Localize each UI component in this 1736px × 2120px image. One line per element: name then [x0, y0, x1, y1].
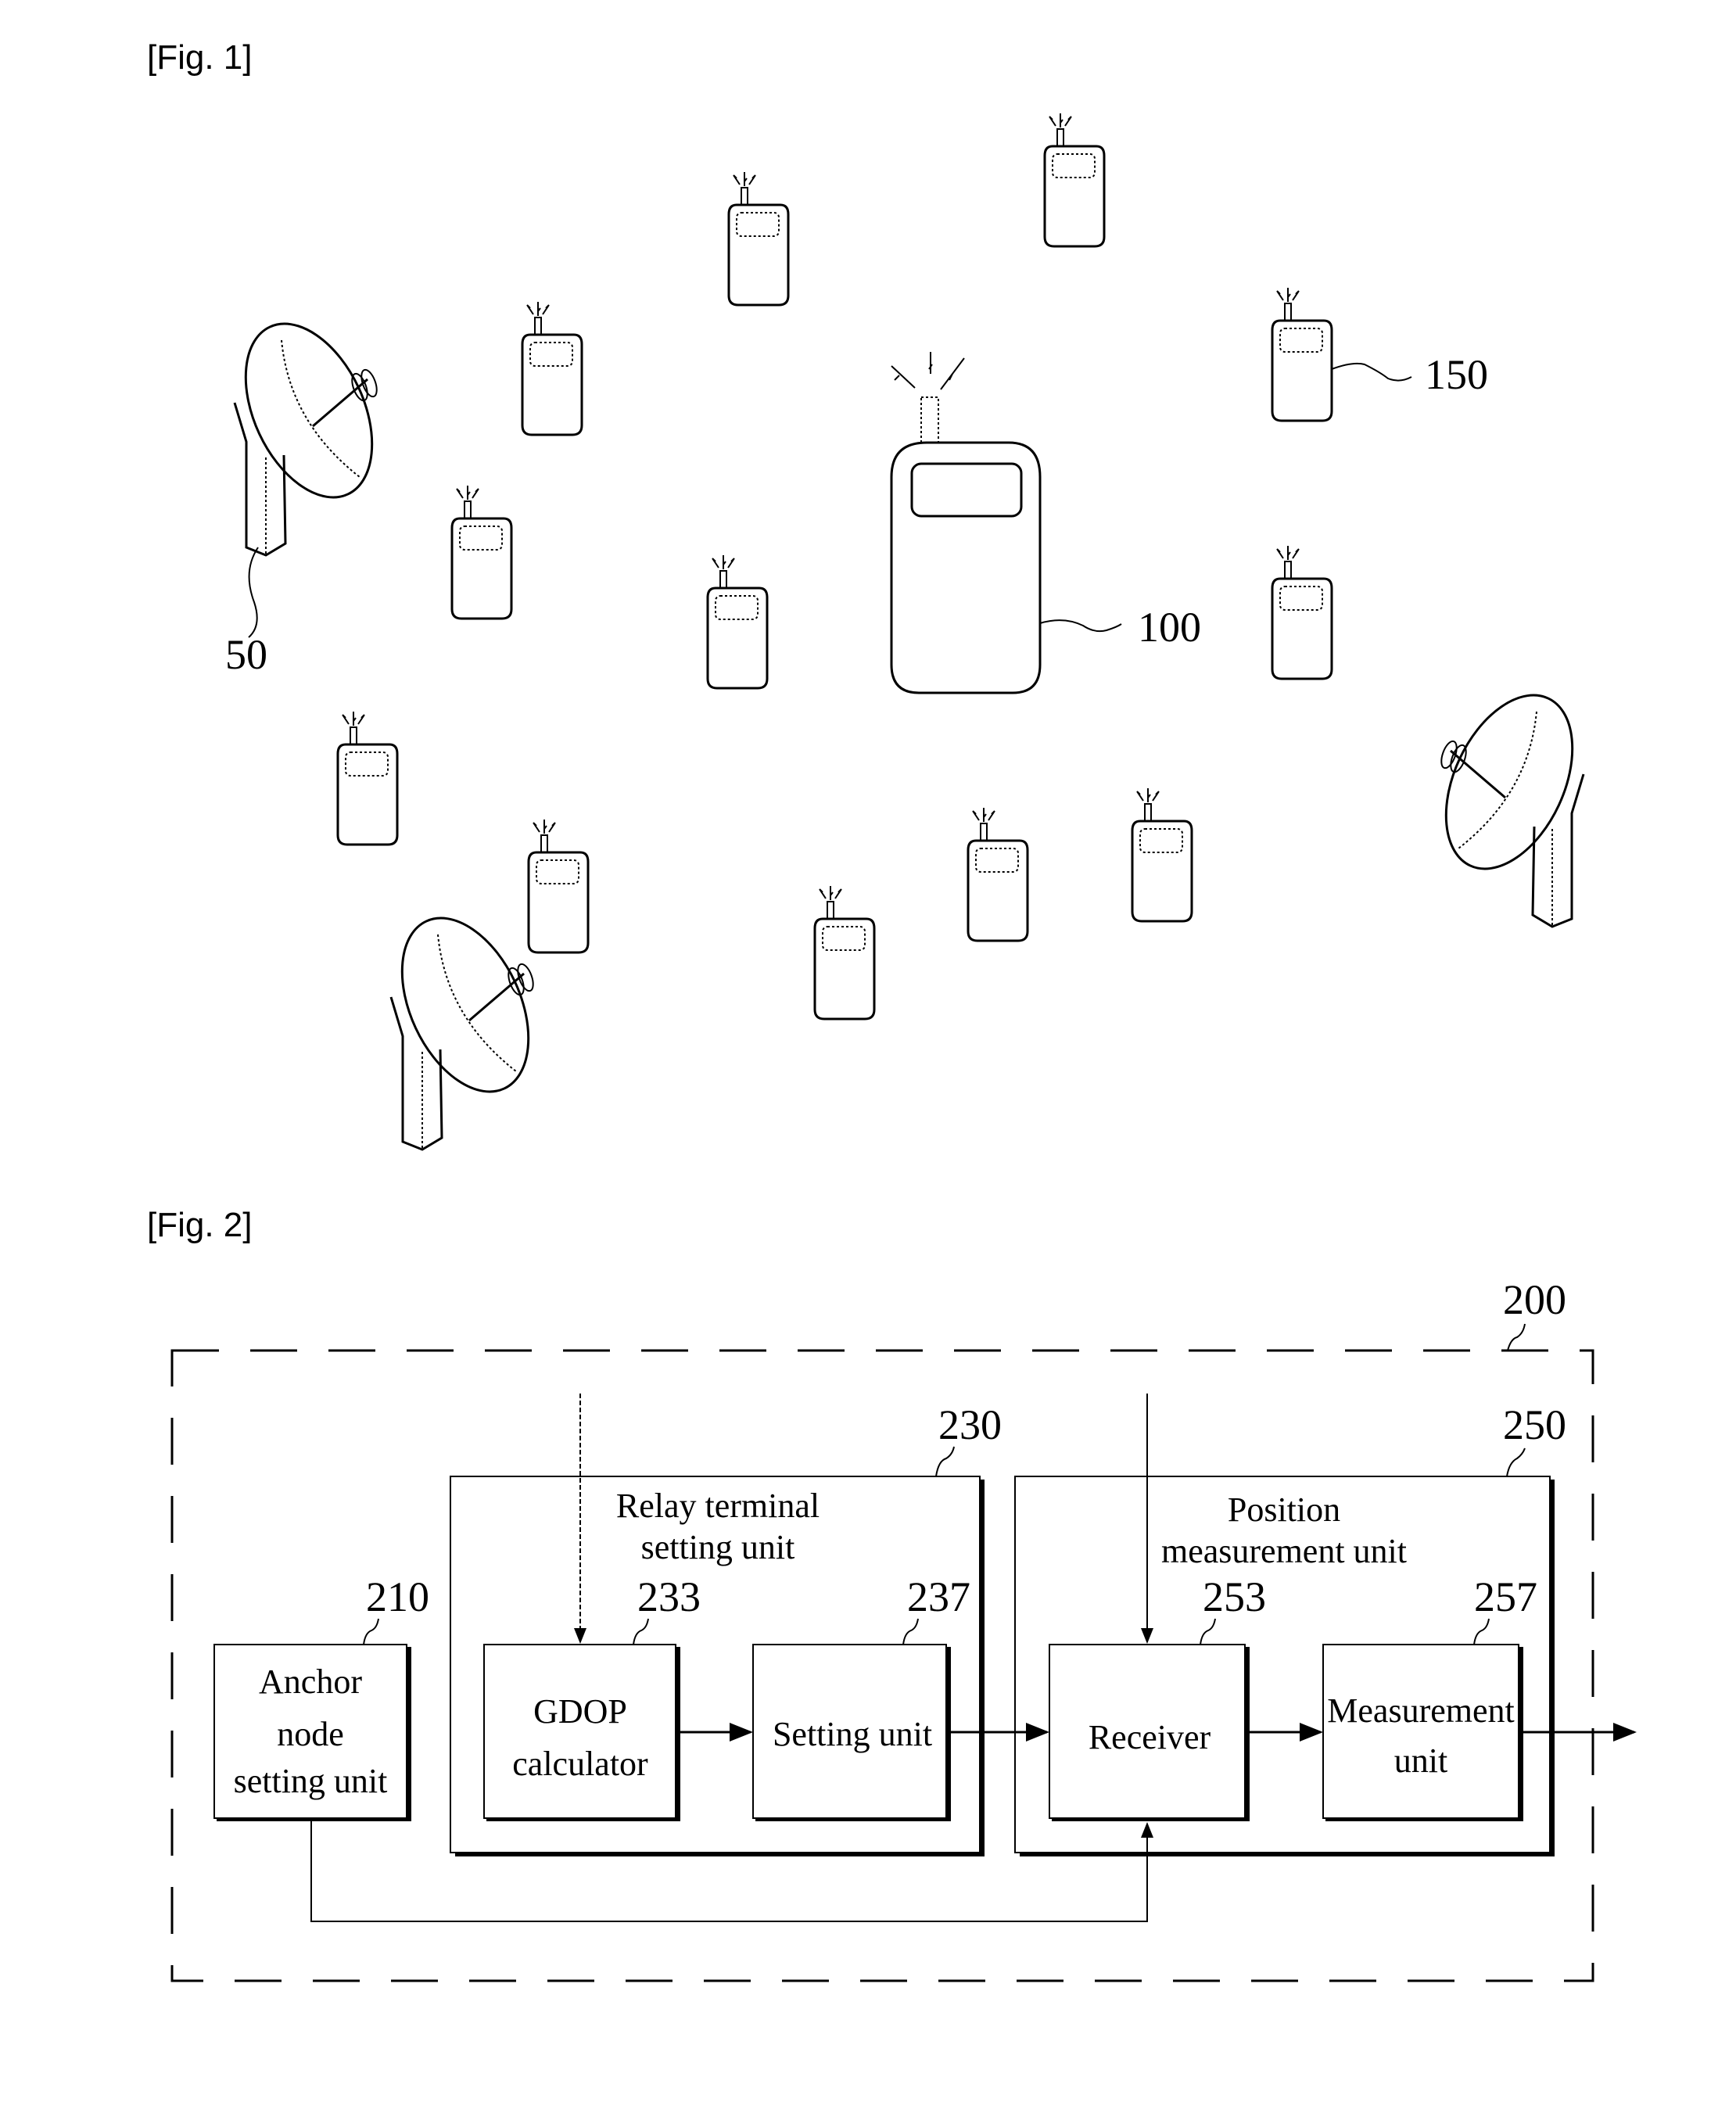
measurement-block-line2: unit	[1394, 1742, 1447, 1780]
relay-terminal-icon	[527, 818, 590, 954]
position-group-title-line2: measurement unit	[1161, 1532, 1407, 1570]
figure-2-label: [Fig. 2]	[147, 1206, 253, 1244]
relay-terminal-icon	[336, 710, 399, 846]
relay-terminal-150-icon	[1271, 286, 1333, 422]
measurement-block-line1: Measurement	[1327, 1691, 1514, 1730]
ref-label-237: 237	[907, 1573, 970, 1620]
gdop-block-line1: GDOP	[533, 1692, 627, 1731]
leader-line-100	[1039, 619, 1122, 633]
leader-line-230	[935, 1446, 955, 1477]
ref-label-257: 257	[1474, 1573, 1537, 1620]
anchor-block-line1: Anchor	[259, 1663, 362, 1701]
gdop-calculator-block	[483, 1644, 680, 1821]
leader-line-50	[248, 547, 259, 638]
relay-terminal-icon	[521, 300, 583, 436]
feedback-arrow-anchor-to-receiver	[310, 1821, 1153, 1922]
relay-group-title-line2: setting unit	[641, 1528, 795, 1566]
relay-terminal-icon	[813, 884, 876, 1021]
setting-unit-block	[752, 1644, 951, 1821]
ref-label-233: 233	[637, 1573, 701, 1620]
setting-unit-block-text: Setting unit	[773, 1715, 932, 1753]
ref-label-150: 150	[1425, 351, 1488, 398]
ref-label-200: 200	[1503, 1276, 1566, 1323]
base-station-dish-icon	[219, 302, 399, 557]
relay-terminal-icon	[967, 806, 1029, 942]
figure-1-illustration: 50 150 100	[219, 112, 1599, 1151]
ref-label-250: 250	[1503, 1401, 1566, 1448]
ref-label-253: 253	[1203, 1573, 1266, 1620]
relay-terminal-icon	[1131, 787, 1193, 923]
leader-line-233	[633, 1618, 649, 1645]
target-terminal-100-icon	[890, 352, 1042, 694]
leader-line-200	[1507, 1323, 1526, 1351]
relay-terminal-setting-unit-group	[450, 1476, 985, 1856]
leader-line-250	[1506, 1447, 1526, 1477]
anchor-block-line3: setting unit	[234, 1762, 388, 1800]
relay-group-title-line1: Relay terminal	[616, 1487, 820, 1525]
ref-label-210: 210	[366, 1573, 429, 1620]
relay-terminal-icon	[450, 484, 513, 620]
leader-line-257	[1473, 1618, 1490, 1645]
leader-line-210	[363, 1618, 379, 1645]
anchor-node-setting-unit-block	[213, 1644, 411, 1821]
leader-line-253	[1200, 1618, 1216, 1645]
receiver-block	[1049, 1644, 1250, 1821]
leader-line-150	[1331, 362, 1412, 382]
ref-label-50: 50	[225, 631, 267, 678]
gdop-block-line2: calculator	[512, 1745, 648, 1783]
relay-terminal-icon	[1271, 544, 1333, 680]
ref-label-100: 100	[1138, 604, 1201, 651]
leader-line-237	[902, 1618, 919, 1645]
ref-label-230: 230	[938, 1401, 1002, 1448]
anchor-block-line2: node	[277, 1715, 344, 1753]
receiver-block-text: Receiver	[1089, 1718, 1211, 1756]
base-station-dish-icon	[1419, 673, 1599, 928]
relay-terminal-icon	[727, 170, 790, 307]
measurement-unit-block	[1322, 1644, 1523, 1821]
relay-terminal-icon	[706, 554, 769, 690]
base-station-dish-icon	[375, 896, 555, 1151]
relay-terminal-icon	[1043, 112, 1106, 248]
position-group-title-line1: Position	[1228, 1490, 1340, 1529]
system-200-boundary	[170, 1349, 1594, 1982]
position-measurement-unit-group	[1014, 1476, 1555, 1856]
